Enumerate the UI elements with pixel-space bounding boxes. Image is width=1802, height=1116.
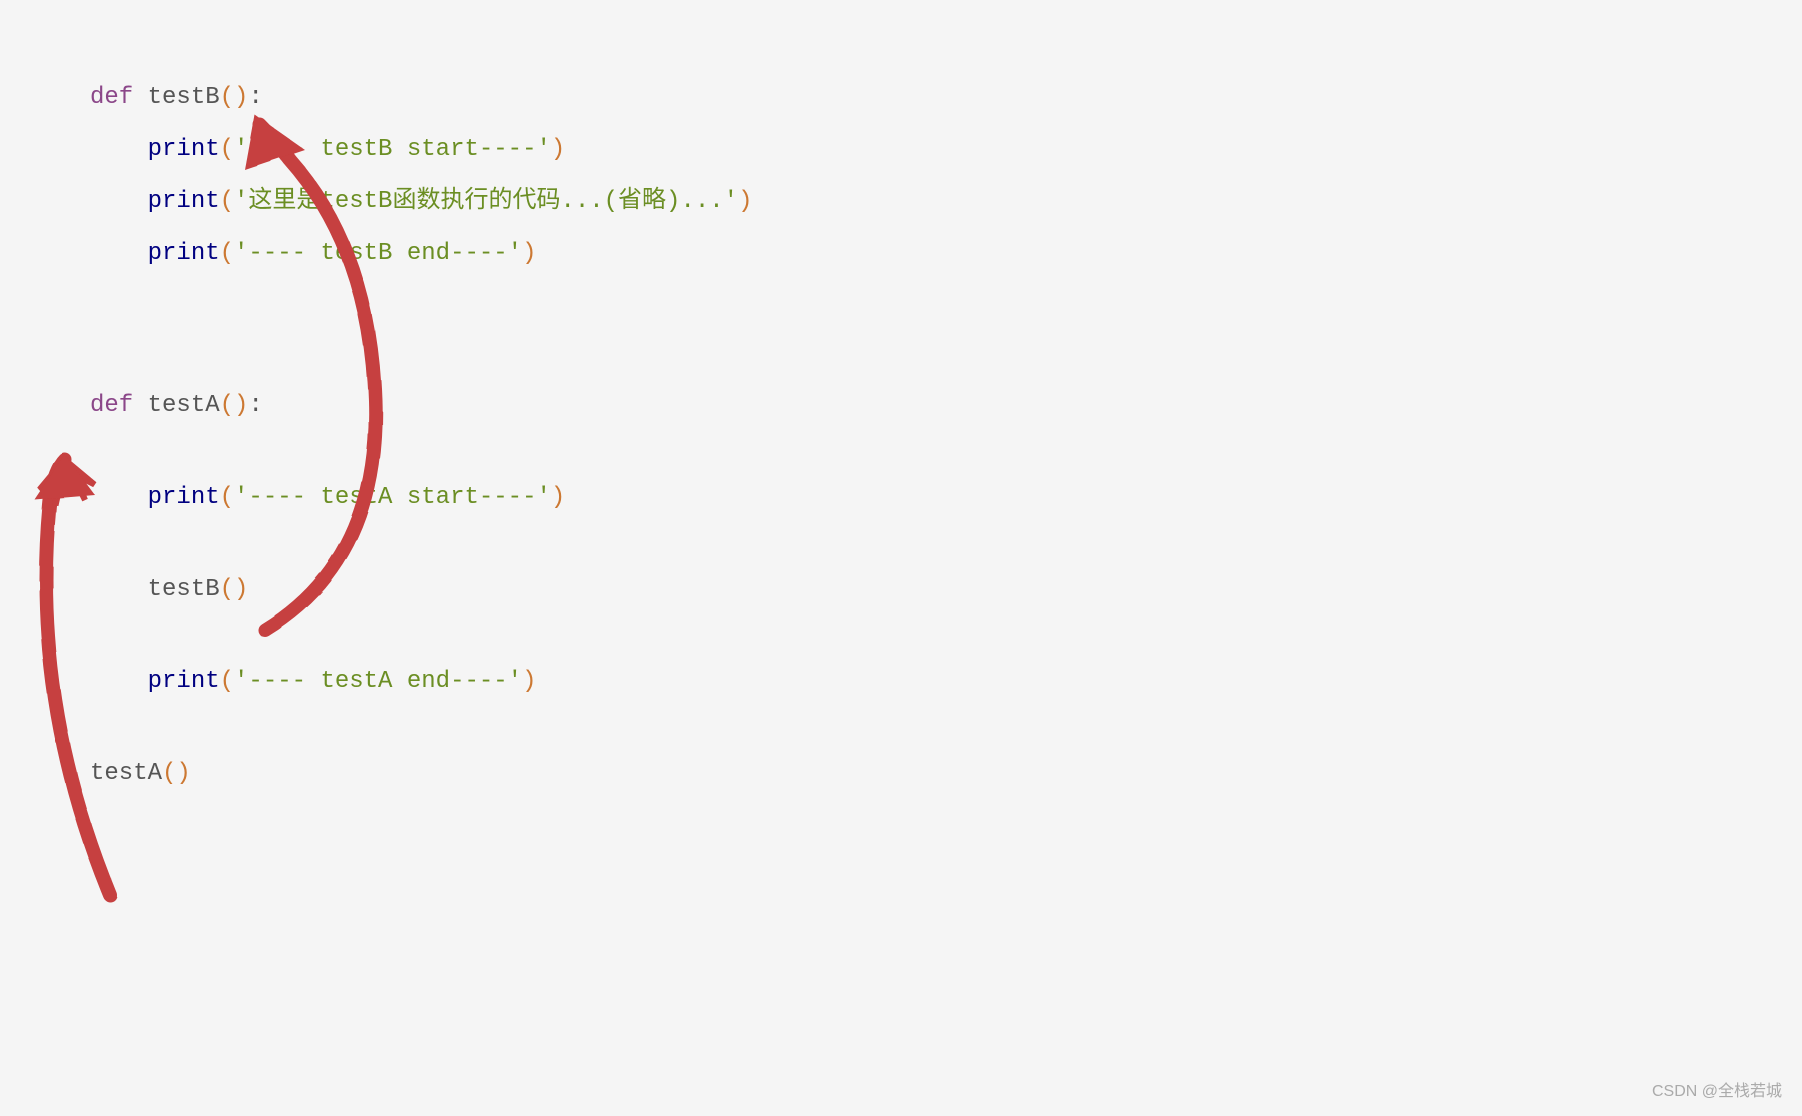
blank-space (90, 440, 1712, 480)
indent (90, 664, 148, 700)
keyword-def: def (90, 84, 133, 111)
code-line-2: print('---- testB start----') (90, 132, 1712, 168)
indent (90, 132, 148, 168)
paren-open: ( (220, 668, 234, 695)
paren-open: ( (220, 188, 234, 215)
paren-close: ) (522, 240, 536, 267)
paren-close: ) (551, 484, 565, 511)
watermark-text: CSDN @全栈若城 (1652, 1077, 1782, 1101)
string-literal: '这里是testB函数执行的代码...(省略)...' (234, 188, 738, 215)
indent (90, 236, 148, 272)
colon: : (248, 392, 262, 419)
blank-space (90, 716, 1712, 756)
string-literal: '---- testA end----' (234, 668, 522, 695)
indent (90, 184, 148, 220)
paren-open: ( (220, 136, 234, 163)
keyword-def: def (90, 392, 133, 419)
builtin-print: print (148, 668, 220, 695)
code-line-8: print('---- testA end----') (90, 664, 1712, 700)
indent (90, 572, 148, 608)
string-literal: '---- testB end----' (234, 240, 522, 267)
function-name: testA (133, 392, 219, 419)
builtin-print: print (148, 188, 220, 215)
code-block: def testB(): print('---- testB start----… (90, 80, 1712, 792)
code-line-4: print('---- testB end----') (90, 236, 1712, 272)
string-literal: '---- testB start----' (234, 136, 551, 163)
parentheses: () (162, 760, 191, 787)
blank-space (90, 288, 1712, 388)
parentheses: () (220, 84, 249, 111)
paren-close: ) (522, 668, 536, 695)
blank-space (90, 624, 1712, 664)
code-line-3: print('这里是testB函数执行的代码...(省略)...') (90, 184, 1712, 220)
builtin-print: print (148, 136, 220, 163)
paren-close: ) (738, 188, 752, 215)
parentheses: () (220, 576, 249, 603)
paren-open: ( (220, 240, 234, 267)
string-literal: '---- testA start----' (234, 484, 551, 511)
colon: : (248, 84, 262, 111)
builtin-print: print (148, 484, 220, 511)
paren-close: ) (551, 136, 565, 163)
parentheses: () (220, 392, 249, 419)
code-line-6: print('---- testA start----') (90, 480, 1712, 516)
builtin-print: print (148, 240, 220, 267)
blank-space (90, 532, 1712, 572)
paren-open: ( (220, 484, 234, 511)
code-line-9: testA() (90, 756, 1712, 792)
function-call: testB (148, 576, 220, 603)
code-line-1: def testB(): (90, 80, 1712, 116)
function-name: testB (133, 84, 219, 111)
function-call: testA (90, 760, 162, 787)
code-line-5: def testA(): (90, 388, 1712, 424)
indent (90, 480, 148, 516)
code-line-7: testB() (90, 572, 1712, 608)
